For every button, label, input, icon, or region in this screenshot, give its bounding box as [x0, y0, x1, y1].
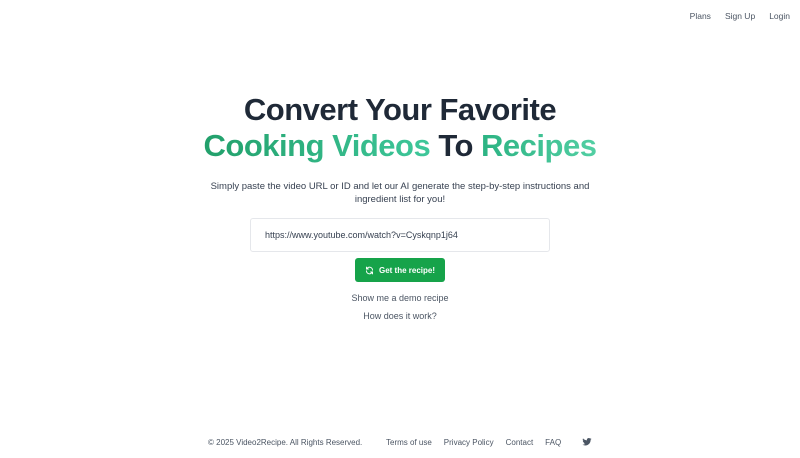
twitter-icon[interactable] [582, 437, 592, 447]
headline-to: To [438, 128, 473, 163]
headline-recipes: Recipes [481, 128, 597, 163]
how-link-row: How does it work? [0, 311, 800, 321]
headline-line-1: Convert Your Favorite [243, 92, 557, 127]
page: Plans Sign Up Login Convert Your Favorit… [0, 0, 800, 458]
demo-link-row: Show me a demo recipe [0, 293, 800, 303]
get-recipe-button[interactable]: Get the recipe! [355, 258, 445, 282]
headline-line-2: Cooking Videos To Recipes [0, 128, 800, 164]
footer-contact-link[interactable]: Contact [506, 438, 534, 447]
how-it-works-link[interactable]: How does it work? [363, 311, 437, 321]
demo-recipe-link[interactable]: Show me a demo recipe [351, 293, 448, 303]
copyright: © 2025 Video2Recipe. All Rights Reserved… [208, 438, 363, 447]
headline: Convert Your Favorite Cooking Videos To … [0, 92, 800, 164]
footer-links: Terms of use Privacy Policy Contact FAQ [386, 438, 561, 447]
video-url-input[interactable] [250, 218, 550, 252]
footer-terms-link[interactable]: Terms of use [386, 438, 432, 447]
headline-cooking-videos: Cooking Videos [203, 128, 431, 163]
hero-subtitle: Simply paste the video URL or ID and let… [210, 181, 590, 205]
nav-plans[interactable]: Plans [690, 11, 711, 21]
get-recipe-label: Get the recipe! [378, 265, 435, 275]
footer-faq-link[interactable]: FAQ [545, 438, 561, 447]
footer-privacy-link[interactable]: Privacy Policy [444, 438, 494, 447]
nav-login[interactable]: Login [769, 11, 790, 21]
top-nav: Plans Sign Up Login [690, 11, 790, 21]
nav-sign-up[interactable]: Sign Up [725, 11, 755, 21]
refresh-icon [365, 266, 373, 274]
hero: Convert Your Favorite Cooking Videos To … [0, 92, 800, 206]
